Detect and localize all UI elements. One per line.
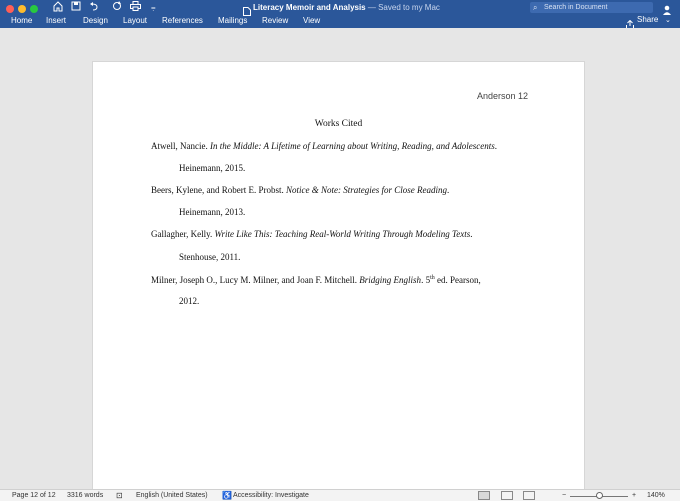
tab-insert[interactable]: Insert [46, 16, 66, 26]
zoom-out-button[interactable]: − [562, 490, 566, 501]
print-layout-icon[interactable] [478, 491, 490, 500]
citation-punct: . [446, 185, 450, 195]
citation-publisher: ed. Pearson, [434, 275, 481, 285]
citation-title: Bridging English [359, 275, 422, 285]
citation-entry: Milner, Joseph O., Lucy M. Milner, and J… [151, 273, 551, 286]
share-button[interactable]: Share [637, 15, 658, 24]
zoom-window-button[interactable] [30, 5, 38, 13]
document-canvas[interactable]: Anderson 12 Works Cited Atwell, Nancie. … [0, 28, 680, 491]
citation-punct: . [494, 141, 497, 151]
print-icon[interactable] [130, 1, 141, 15]
citation-punct: . 5 [421, 275, 431, 285]
citation-author: Atwell, Nancie. [151, 141, 210, 151]
status-bar: Page 12 of 12 3316 words ⊡ English (Unit… [0, 489, 680, 501]
document-name: Literacy Memoir and Analysis [253, 3, 366, 12]
citation-entry: Gallagher, Kelly. Write Like This: Teach… [151, 229, 551, 240]
focus-icon[interactable] [523, 491, 535, 500]
zoom-level[interactable]: 140% [647, 490, 665, 501]
citation-entry: Atwell, Nancie. In the Middle: A Lifetim… [151, 141, 551, 152]
citation-continuation: Stenhouse, 2011. [179, 252, 241, 262]
search-icon: ⌕ [533, 3, 538, 12]
works-cited-heading: Works Cited [314, 119, 363, 129]
document-page[interactable]: Anderson 12 Works Cited Atwell, Nancie. … [92, 61, 585, 491]
tab-view[interactable]: View [303, 16, 320, 26]
citation-author: Beers, Kylene, and Robert E. Probst. [151, 185, 286, 195]
citation-continuation: 2012. [179, 296, 200, 306]
tab-mailings[interactable]: Mailings [218, 16, 247, 26]
page-header: Anderson 12 [476, 91, 528, 101]
language-status[interactable]: English (United States) [136, 490, 208, 501]
citation-continuation: Heinemann, 2015. [179, 163, 246, 173]
chevron-down-icon[interactable]: ⌄ [665, 16, 671, 24]
citation-author: Milner, Joseph O., Lucy M. Milner, and J… [151, 275, 360, 285]
citation-title: In the Middle: A Lifetime of Learning ab… [209, 141, 495, 151]
tab-design[interactable]: Design [83, 16, 108, 26]
zoom-in-button[interactable]: + [632, 490, 636, 501]
citation-entry: Beers, Kylene, and Robert E. Probst. Not… [151, 185, 551, 196]
redo-icon[interactable] [112, 1, 122, 15]
citation-title: Write Like This: Teaching Real-World Wri… [214, 229, 471, 239]
accessibility-status[interactable]: Accessibility: Investigate [233, 490, 309, 501]
tab-references[interactable]: References [162, 16, 203, 26]
citation-punct: . [470, 229, 473, 239]
search-placeholder: Search in Document [544, 4, 608, 11]
web-layout-icon[interactable] [501, 491, 513, 500]
citation-title: Notice & Note: Strategies for Close Read… [285, 185, 447, 195]
tab-layout[interactable]: Layout [123, 16, 147, 26]
search-input[interactable]: ⌕ Search in Document [530, 2, 653, 13]
close-window-button[interactable] [6, 5, 14, 13]
home-icon[interactable] [53, 1, 63, 15]
undo-icon[interactable] [89, 1, 99, 15]
minimize-window-button[interactable] [18, 5, 26, 13]
page-count[interactable]: Page 12 of 12 [12, 490, 56, 501]
word-count[interactable]: 3316 words [67, 490, 103, 501]
citation-continuation: Heinemann, 2013. [179, 207, 246, 217]
zoom-slider-thumb[interactable] [596, 492, 603, 499]
citation-author: Gallagher, Kelly. [151, 229, 215, 239]
customize-icon[interactable]: ⩦ [151, 1, 156, 15]
title-bar: ⩦ Literacy Memoir and Analysis — Saved t… [0, 0, 680, 29]
proofing-icon[interactable]: ⊡ [116, 490, 123, 501]
tab-home[interactable]: Home [11, 16, 32, 26]
save-status: — Saved to my Mac [367, 3, 440, 12]
document-title: Literacy Memoir and Analysis — Saved to … [253, 2, 440, 13]
accessibility-icon[interactable]: ♿ [222, 490, 232, 501]
tab-review[interactable]: Review [262, 16, 288, 26]
save-icon[interactable] [71, 1, 81, 15]
